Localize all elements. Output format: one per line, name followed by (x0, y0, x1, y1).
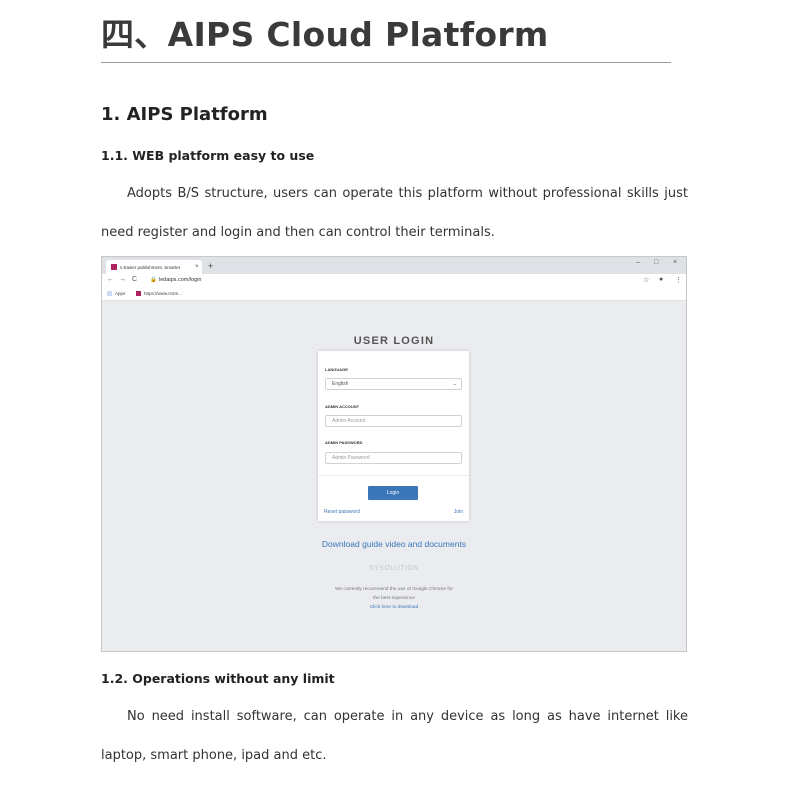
download-guide-link[interactable]: Download guide video and documents (102, 539, 686, 549)
title-divider (101, 62, 671, 63)
language-label: LANGUAGE (325, 367, 348, 372)
chrome-download-link[interactable]: Click here to download (102, 605, 686, 610)
paragraph-no-install: No need install software, can operate in… (101, 709, 688, 763)
section-heading: 1. AIPS Platform (101, 104, 268, 125)
bookmark-favicon-icon (136, 291, 141, 296)
reset-password-link[interactable]: Reset password (324, 509, 360, 515)
url-field[interactable]: ledaips.com/login (159, 277, 202, 283)
bookmark-apps[interactable]: Apps (107, 291, 125, 296)
login-heading: USER LOGIN (353, 335, 435, 347)
tab-close-icon[interactable]: × (195, 264, 199, 270)
back-icon[interactable]: ← (107, 276, 114, 283)
password-label: ADMIN PASSWORD (325, 440, 363, 445)
minimize-icon[interactable]: – (636, 259, 640, 266)
language-select[interactable]: English ⌄ (325, 378, 462, 390)
bookmark-label: Apps (115, 291, 126, 296)
browser-tab-strip: s Easier publishment, Smarter × + – □ × (102, 257, 686, 274)
bookmark-label: https://www.m2m... (144, 291, 183, 296)
address-bar: ← → C 🔒 ledaips.com/login ☆ ● ⋮ (102, 274, 686, 289)
menu-icon[interactable]: ⋮ (675, 276, 682, 284)
account-label: ADMIN ACCOUNT (325, 404, 360, 409)
recommend-text: We currently recommend the use of Google… (334, 587, 454, 592)
bookmark-star-icon[interactable]: ☆ (643, 276, 649, 284)
bookmarks-bar: Apps https://www.m2m... (102, 288, 686, 301)
paragraph-bs-structure: Adopts B/S structure, users can operate … (101, 186, 688, 240)
account-input[interactable]: Admin Account (325, 415, 462, 427)
site-favicon-icon (111, 264, 117, 270)
join-link[interactable]: Join (454, 509, 463, 515)
card-divider (318, 475, 469, 476)
login-card: LANGUAGE English ⌄ ADMIN ACCOUNT Admin A… (318, 351, 469, 521)
subsection-heading-web: 1.1. WEB platform easy to use (101, 148, 315, 163)
subsection-heading-no-limit: 1.2. Operations without any limit (101, 671, 335, 686)
forward-icon[interactable]: → (119, 276, 126, 283)
tab-title: s Easier publishment, Smarter (120, 264, 181, 270)
language-value: English (332, 381, 349, 387)
recommend-text-2: the best experience (373, 596, 415, 601)
bookmark-m2m[interactable]: https://www.m2m... (136, 291, 182, 296)
password-input[interactable]: Admin Password (325, 452, 462, 464)
brand-logo: SYSOLUTION (368, 565, 420, 572)
reload-icon[interactable]: C (132, 276, 137, 283)
browser-tab[interactable]: s Easier publishment, Smarter × (106, 260, 202, 274)
new-tab-icon[interactable]: + (208, 260, 213, 272)
login-button[interactable]: Login (368, 486, 418, 500)
window-close-icon[interactable]: × (673, 259, 677, 266)
browser-screenshot: s Easier publishment, Smarter × + – □ × … (101, 256, 687, 652)
apps-grid-icon (107, 291, 112, 296)
chevron-down-icon: ⌄ (452, 381, 457, 387)
page-title: 四、AIPS Cloud Platform (101, 15, 549, 54)
account-icon[interactable]: ● (659, 276, 663, 283)
lock-icon: 🔒 (150, 277, 157, 283)
maximize-icon[interactable]: □ (654, 259, 658, 266)
